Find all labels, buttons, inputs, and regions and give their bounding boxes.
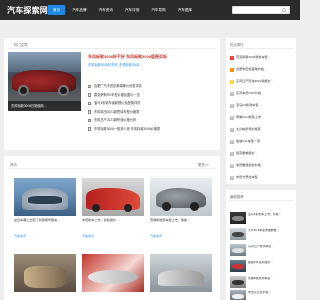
ranking-item[interactable]: 8 奥迪A4L车型一览 [230,138,292,144]
divider [228,200,294,201]
thumbnail [230,290,246,300]
recommend-item[interactable]: 奔驰E级新款车型… [230,276,292,290]
document-icon [88,101,91,105]
thumbnail [82,178,144,216]
recommend-item-title: 大众ID.4车型详细参数… [248,229,280,232]
more-link[interactable]: 更多>> [198,162,209,167]
recommend-item[interactable]: 大众ID.4车型详细参数… [230,228,292,242]
list-item[interactable]: 东风本田2021款思域车型价格表 [88,108,213,117]
rank-badge: 1 [230,56,234,60]
headline-link[interactable]: 东风标致3008好不好 东风标致3008值得买吗 [88,54,167,60]
divider [8,168,216,169]
divider [228,48,294,49]
nav-item-guide[interactable]: 汽车导购 [146,5,170,15]
hot-articles-title: 热门文章 [14,43,28,47]
nav-item-gallery[interactable]: 汽车图库 [173,5,197,15]
search-box [232,6,290,14]
grid-item[interactable]: 奇瑞新能源车型上市，续航… 汽车资讯 [150,178,212,238]
grid-item[interactable] [82,254,144,292]
thumbnail [14,254,76,292]
list-item[interactable]: 东风标致3008一般多少钱 东风标致3008价格表 [88,125,213,134]
recommend-title: 最新推荐 [230,195,244,199]
rank-badge: 11 [230,176,234,180]
document-icon [88,110,91,114]
document-icon [88,118,91,122]
recommend-item[interactable]: 奥迪A6L最新报价… [230,260,292,274]
ranking-item[interactable]: 10 本田雅阁最新价格… [230,162,292,168]
thumbnail [230,244,246,256]
document-icon [88,93,91,97]
grid-item-title: 丰田新车上市，最新报价… [82,218,120,222]
rank-badge: 3 [230,80,234,84]
ranking-item[interactable]: 4 东风本田CRV价格… [230,90,292,96]
thumbnail [150,178,212,216]
news-list: 合肥广汽丰田凯美瑞降价优惠详情 雷克萨斯RX车型价格及图片一览 宝马3系新车最新… [88,82,213,133]
list-item[interactable]: 雷克萨斯RX车型价格及图片一览 [88,91,213,100]
grid-item[interactable]: 最近车展上出现了新款豪华跑车，… 汽车资讯 [14,178,76,238]
thumbnail [14,178,76,216]
recommend-item-title: 奥迪A6L最新报价… [248,261,274,264]
ranking-item[interactable]: 7 大众帕萨特价格表 [230,126,292,132]
recommend-item[interactable]: 丰田汉兰达价格… [230,290,292,300]
divider [8,48,216,49]
thumbnail [230,212,246,224]
document-icon [88,84,91,88]
nav-item-news[interactable]: 汽车资讯 [94,5,118,15]
rank-badge: 2 [230,68,234,72]
ranking-item[interactable]: 3 东风日产轩逸2022款报价… [230,78,292,84]
subline-link[interactable]: 东风标致3008好不好_东风标致3008… [88,62,142,67]
thumbnail [150,254,212,292]
ranking-item[interactable]: 5 宝马X3新款车型… [230,102,292,108]
nav-item-reviews[interactable]: 汽车评测 [120,5,144,15]
grid-item[interactable] [150,254,212,292]
ranking-item[interactable]: 11 丰田卡罗拉车型… [230,174,292,180]
recommend-item-title: 宝马5系新车上市，价格… [248,213,282,216]
wheel [58,85,69,96]
hot-ranking-title: 热点排行 [230,43,244,47]
recommend-item-title: 东风日产新款车型… [248,245,275,248]
recommend-item[interactable]: 宝马5系新车上市，价格… [230,212,292,226]
thumbnail [230,260,246,272]
grid-item-tag[interactable]: 汽车资讯 [150,234,212,238]
grid-item-tag[interactable]: 汽车资讯 [14,234,76,238]
list-item[interactable]: 合肥广汽丰田凯美瑞降价优惠详情 [88,82,213,91]
grid-item[interactable]: 丰田新车上市，最新报价… 汽车资讯 [82,178,144,238]
search-icon[interactable] [282,8,287,13]
thumbnail [230,276,246,288]
thumbnail [230,228,246,240]
rank-badge: 10 [230,164,234,168]
rank-badge: 8 [230,140,234,144]
ranking-item[interactable]: 2 合肥丰田凯美瑞价格… [230,66,292,72]
list-item[interactable]: 东风日产2021款轩逸价格分析 [88,116,213,125]
main-nav: 首页 汽车品牌 汽车资讯 汽车评测 汽车导购 汽车图库 [48,5,199,15]
wheel [18,85,29,96]
document-icon [88,127,91,131]
rank-badge: 7 [230,128,234,132]
site-logo[interactable]: 汽车探索网 [7,5,48,16]
thumbnail [82,254,144,292]
ranking-item[interactable]: 1 雷克萨斯2023款新车型 [230,54,292,60]
rank-badge: 5 [230,104,234,108]
grid-item-title: 最近车展上出现了新款豪华跑车，… [14,218,64,222]
nav-item-brands[interactable]: 汽车品牌 [67,5,91,15]
rank-badge: 6 [230,116,234,120]
ranking-item[interactable]: 6 奔驰GLC新款上市 [230,114,292,120]
grid-item-tag[interactable]: 汽车资讯 [82,234,144,238]
recommend-item-title: 奔驰E级新款车型… [248,277,274,280]
nav-item-home[interactable]: 首页 [48,5,66,15]
recommend-item[interactable]: 东风日产新款车型… [230,244,292,258]
recommend-item-title: 丰田汉兰达价格… [248,291,272,294]
top-nav-bar: 汽车探索网 首页 汽车品牌 汽车资讯 汽车评测 汽车导购 汽车图库 [0,0,300,20]
ranking-item[interactable]: 9 别克君威报价… [230,150,292,156]
rank-badge: 9 [230,152,234,156]
list-item[interactable]: 宝马3系新车最新报价及配置详情 [88,99,213,108]
search-input[interactable] [233,7,277,13]
hero-caption[interactable]: 东风标致3008日常使用… [8,101,81,111]
hero-image[interactable]: 东风标致3008日常使用… [8,52,81,111]
rank-badge: 4 [230,92,234,96]
news-grid-title: 资讯 [10,163,17,167]
grid-item-title: 奇瑞新能源车型上市，续航… [150,218,191,222]
grid-item[interactable] [14,254,76,292]
